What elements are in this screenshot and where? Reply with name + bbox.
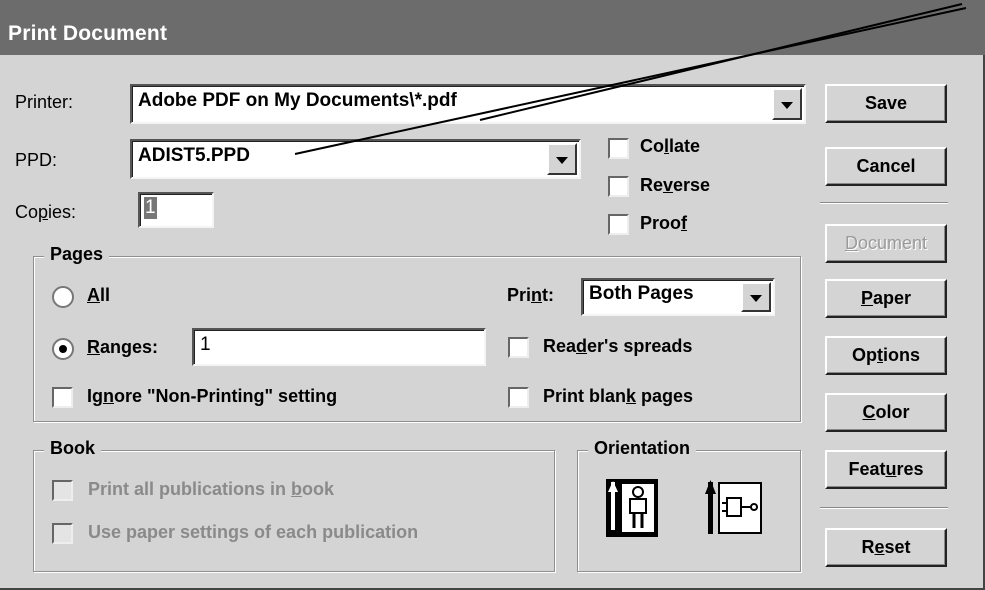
- copies-value: 1: [144, 197, 157, 219]
- cancel-button[interactable]: Cancel: [825, 147, 947, 186]
- cancel-button-label: Cancel: [856, 156, 916, 176]
- copies-input[interactable]: 1: [138, 192, 214, 228]
- button-separator-2: [820, 507, 948, 509]
- print-blank-pages-checkbox[interactable]: [508, 387, 529, 408]
- dialog-title: Print Document: [8, 22, 168, 45]
- book-group: Book: [33, 438, 555, 572]
- print-document-dialog: Print Document Printer: Adobe PDF on My …: [0, 0, 985, 590]
- options-button-label: Options: [851, 345, 920, 365]
- features-button[interactable]: Features: [825, 450, 947, 489]
- print-blank-pages-label: Print blank pages: [543, 386, 694, 406]
- ppd-value: ADIST5.PPD: [138, 145, 250, 166]
- portrait-orientation-icon[interactable]: [605, 478, 659, 538]
- print-all-publications-checkbox[interactable]: [52, 480, 73, 501]
- document-button-label: Document: [844, 233, 928, 253]
- use-paper-settings-checkbox[interactable]: [52, 523, 73, 544]
- reverse-checkbox[interactable]: [608, 176, 629, 197]
- collate-checkbox[interactable]: [608, 138, 629, 159]
- printer-label: Printer:: [15, 92, 74, 112]
- reset-button-label: Reset: [861, 537, 911, 557]
- color-button[interactable]: Color: [825, 393, 947, 432]
- ignore-non-printing-checkbox[interactable]: [52, 387, 73, 408]
- color-button-label: Color: [862, 402, 910, 422]
- ranges-label: Ranges:: [87, 337, 159, 357]
- pages-group-title: Pages: [44, 244, 110, 265]
- paper-button[interactable]: Paper: [825, 279, 947, 318]
- proof-checkbox[interactable]: [608, 214, 629, 235]
- ppd-label: PPD:: [15, 150, 58, 170]
- collate-label: Collate: [640, 136, 701, 156]
- orientation-group-title: Orientation: [588, 438, 697, 459]
- reverse-label: Reverse: [640, 175, 711, 195]
- document-button[interactable]: Document: [825, 224, 947, 263]
- use-paper-settings-label: Use paper settings of each publication: [88, 522, 419, 542]
- button-separator-1: [820, 202, 948, 204]
- ignore-non-printing-label: Ignore "Non-Printing" setting: [87, 386, 338, 406]
- ppd-dropdown[interactable]: ADIST5.PPD: [130, 139, 581, 179]
- reset-button[interactable]: Reset: [825, 528, 947, 567]
- all-label: All: [87, 285, 111, 305]
- ranges-radio[interactable]: [52, 338, 74, 360]
- print-pages-arrow-icon[interactable]: [741, 282, 771, 312]
- title-bar[interactable]: Print Document: [0, 0, 985, 55]
- proof-label: Proof: [640, 213, 688, 233]
- ranges-input[interactable]: 1: [192, 328, 486, 366]
- options-button[interactable]: Options: [825, 336, 947, 375]
- print-all-publications-label: Print all publications in book: [88, 479, 335, 499]
- print-pages-value: Both Pages: [589, 283, 694, 304]
- save-button-label: Save: [864, 93, 908, 113]
- save-button[interactable]: Save: [825, 84, 947, 123]
- book-group-title: Book: [44, 438, 101, 459]
- printer-dropdown-arrow-icon[interactable]: [772, 88, 802, 120]
- copies-label: Copies:: [15, 202, 77, 222]
- all-radio[interactable]: [52, 286, 74, 308]
- print-label: Print:: [507, 285, 555, 305]
- readers-spreads-label: Reader's spreads: [543, 336, 693, 356]
- landscape-orientation-icon[interactable]: [705, 478, 765, 538]
- printer-dropdown[interactable]: Adobe PDF on My Documents\*.pdf: [130, 84, 806, 124]
- print-pages-dropdown[interactable]: Both Pages: [581, 278, 775, 316]
- readers-spreads-checkbox[interactable]: [508, 337, 529, 358]
- printer-value: Adobe PDF on My Documents\*.pdf: [138, 90, 457, 111]
- paper-button-label: Paper: [860, 288, 912, 308]
- features-button-label: Features: [848, 459, 924, 479]
- ranges-value: 1: [200, 334, 211, 355]
- ppd-dropdown-arrow-icon[interactable]: [547, 143, 577, 175]
